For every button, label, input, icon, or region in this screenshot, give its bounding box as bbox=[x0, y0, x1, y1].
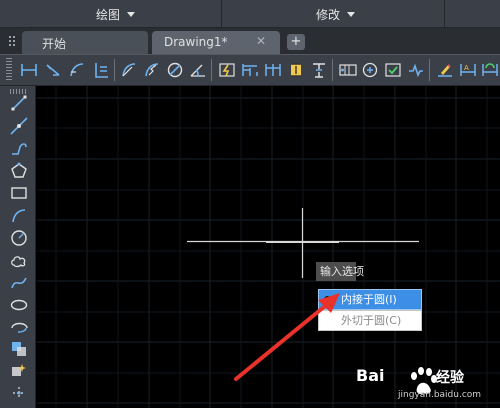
angular-icon[interactable] bbox=[189, 61, 207, 79]
file-tab-bar: 开始 Drawing1* ✕ + bbox=[0, 28, 500, 54]
dynamic-input-title: 输入选项 bbox=[316, 262, 364, 281]
toolbar-grip[interactable] bbox=[6, 58, 12, 82]
make-block-icon[interactable] bbox=[10, 362, 28, 380]
panel-draw[interactable]: 绘图 bbox=[0, 0, 222, 28]
new-tab-button[interactable]: + bbox=[287, 34, 305, 50]
tab-drawing1[interactable]: Drawing1* ✕ bbox=[152, 31, 280, 54]
panel-modify-label: 修改 bbox=[316, 8, 341, 22]
diameter-icon[interactable] bbox=[166, 61, 184, 79]
dimension-break-icon[interactable] bbox=[310, 61, 328, 79]
continue-icon[interactable] bbox=[264, 61, 282, 79]
option-inscribed[interactable]: 内接于圆(I) bbox=[318, 289, 422, 310]
chevron-down-icon bbox=[347, 12, 355, 17]
panel-modify[interactable]: 修改 bbox=[222, 0, 445, 28]
dimension-space-icon[interactable] bbox=[287, 61, 305, 79]
circle-icon[interactable] bbox=[10, 229, 28, 247]
construction-line-icon[interactable] bbox=[10, 117, 28, 135]
center-mark-icon[interactable] bbox=[361, 61, 379, 79]
close-icon[interactable]: ✕ bbox=[256, 34, 266, 48]
quick-dimension-icon[interactable] bbox=[218, 61, 236, 79]
revision-cloud-icon[interactable] bbox=[10, 252, 28, 270]
dimension-toolbar: A bbox=[0, 54, 500, 86]
arc-icon[interactable] bbox=[10, 207, 28, 225]
toolbar-divider bbox=[429, 59, 430, 81]
line-icon[interactable] bbox=[10, 94, 28, 112]
polyline-icon[interactable] bbox=[10, 140, 28, 158]
jogged-icon[interactable] bbox=[143, 61, 161, 79]
baseline-icon[interactable] bbox=[241, 61, 259, 79]
crosshair-cursor bbox=[187, 208, 419, 278]
tab-start[interactable]: 开始 bbox=[22, 31, 148, 54]
watermark-brand-2: 经验 bbox=[436, 370, 464, 386]
dynamic-input-options: 内接于圆(I) 外切于圆(C) bbox=[318, 289, 422, 331]
watermark-url: jingyan.baidu.com bbox=[398, 390, 482, 400]
linear-dimension-icon[interactable] bbox=[20, 61, 38, 79]
toolbar-divider bbox=[332, 59, 333, 81]
polygon-icon[interactable] bbox=[10, 162, 28, 180]
toolbar-divider bbox=[211, 59, 212, 81]
tab-menu-icon[interactable] bbox=[9, 36, 17, 52]
jogged-linear-icon[interactable] bbox=[407, 61, 425, 79]
spline-icon[interactable] bbox=[10, 274, 28, 292]
toolbar-divider bbox=[114, 59, 115, 81]
radius-dimension-icon[interactable] bbox=[120, 61, 138, 79]
option-circumscribed-label: 外切于圆(C) bbox=[341, 314, 402, 327]
svg-text:A: A bbox=[464, 64, 469, 72]
ellipse-icon[interactable] bbox=[10, 296, 28, 314]
rectangle-icon[interactable] bbox=[10, 184, 28, 202]
aligned-dimension-icon[interactable] bbox=[44, 61, 62, 79]
ellipse-arc-icon[interactable] bbox=[10, 318, 28, 336]
ribbon-panel-bar: 绘图 修改 bbox=[0, 0, 500, 28]
chevron-down-icon bbox=[127, 12, 135, 17]
option-inscribed-label: 内接于圆(I) bbox=[341, 293, 397, 306]
panel-draw-label: 绘图 bbox=[96, 8, 121, 22]
panel-next[interactable] bbox=[445, 0, 500, 28]
insert-block-icon[interactable] bbox=[10, 340, 28, 358]
draw-toolbar bbox=[0, 86, 36, 408]
watermark-brand: Bai bbox=[356, 366, 385, 385]
ordinate-dimension-icon[interactable] bbox=[92, 61, 110, 79]
dimension-text-edit-icon[interactable]: A bbox=[459, 61, 477, 79]
inspection-icon[interactable] bbox=[384, 61, 402, 79]
tolerance-icon[interactable] bbox=[339, 61, 357, 79]
option-circumscribed[interactable]: 外切于圆(C) bbox=[318, 310, 422, 331]
autocad-window: 绘图 修改 开始 Drawing1* ✕ + A 输入选项 内接于圆(I) 外切… bbox=[0, 0, 500, 408]
arc-length-icon[interactable] bbox=[68, 61, 86, 79]
tab-start-label: 开始 bbox=[42, 37, 67, 51]
dimension-update-icon[interactable] bbox=[481, 61, 499, 79]
dimension-edit-icon[interactable] bbox=[436, 61, 454, 79]
selected-bullet-icon bbox=[324, 296, 331, 303]
point-icon[interactable] bbox=[10, 384, 28, 402]
tab-drawing1-label: Drawing1* bbox=[164, 35, 228, 49]
